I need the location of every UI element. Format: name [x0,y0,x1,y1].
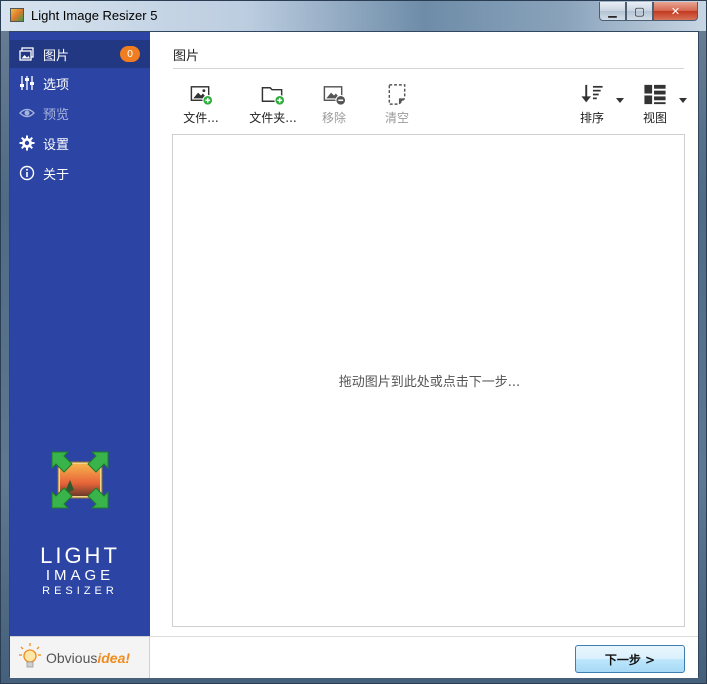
sort-icon [581,84,603,103]
image-drop-area[interactable]: 拖动图片到此处或点击下一步... [172,134,685,627]
sidebar-item-settings[interactable]: 设置 [10,129,150,157]
view-label: 视图 [642,111,667,125]
sidebar-item-label: 关于 [43,167,70,183]
remove-image-icon [323,86,347,106]
sidebar-item-label: 图片 [43,48,70,64]
sidebar-item-options[interactable]: 选项 [10,69,150,97]
logo-text-light: LIGHT [40,543,120,568]
add-files-button[interactable]: 文件... [176,82,226,126]
lightbulb-icon [18,642,42,674]
window-frame: Light Image Resizer 5 ▁ ▢ ✕ 图片 0 选项 预览 设… [0,0,707,684]
images-icon [18,45,36,63]
brand-name: Obviousidea! [46,650,130,666]
sort-button[interactable]: 排序 [567,82,617,126]
minimize-icon: ▁ [608,4,617,18]
logo-text-resizer: RESIZER [42,585,118,597]
app-icon [10,8,24,22]
window-title: Light Image Resizer 5 [31,8,158,23]
drop-hint-text: 拖动图片到此处或点击下一步... [338,375,521,390]
close-icon: ✕ [670,4,681,18]
app-logo-icon [50,450,110,510]
next-step-button[interactable]: 下一步 > [575,645,685,673]
add-folder-button[interactable]: 文件夹... [245,82,301,126]
maximize-icon: ▢ [634,4,645,18]
sliders-icon [18,74,36,92]
main-pane: 图片 文件... 文件夹... 移除 清空 排序 视图 拖动图片到此处或点击下一… [150,32,698,636]
bottom-bar: 下一步 > [150,636,698,678]
page-title: 图片 [173,49,200,64]
maximize-button[interactable]: ▢ [626,2,653,21]
info-icon [18,164,36,182]
image-count-badge: 0 [120,46,140,62]
sidebar-item-about[interactable]: 关于 [10,159,150,187]
client-area: 图片 0 选项 预览 设置 关于 LIGHT IMAGE RESIZER Obv… [9,31,699,678]
clear-icon [388,84,406,105]
gear-icon [18,134,36,152]
sidebar-item-preview[interactable]: 预览 [10,99,150,127]
clear-label: 清空 [384,111,409,125]
view-grid-icon [644,84,666,105]
clear-button[interactable]: 清空 [372,82,422,126]
close-button[interactable]: ✕ [653,2,698,21]
logo-text-image: IMAGE [45,567,115,584]
remove-label: 移除 [321,111,346,125]
view-dropdown-caret-icon[interactable] [679,98,687,103]
brand-footer[interactable]: Obviousidea! [10,636,150,678]
minimize-button[interactable]: ▁ [599,2,626,21]
add-files-label: 文件... [183,111,219,125]
sidebar-item-label: 设置 [43,137,70,153]
add-image-icon [190,86,214,106]
brand-accent: idea! [97,649,131,666]
add-folder-label: 文件夹... [249,111,297,125]
sidebar: 图片 0 选项 预览 设置 关于 LIGHT IMAGE RESIZER [10,32,150,636]
title-bar[interactable]: Light Image Resizer 5 ▁ ▢ ✕ [1,1,706,31]
sidebar-item-label: 预览 [43,107,70,123]
sort-label: 排序 [579,111,604,125]
brand-plain: Obvious [46,649,98,666]
title-divider [173,68,684,69]
sort-dropdown-caret-icon[interactable] [616,98,624,103]
view-button[interactable]: 视图 [630,82,680,126]
sidebar-item-label: 选项 [43,77,70,93]
window-controls: ▁ ▢ ✕ [599,2,698,21]
eye-icon [18,104,36,122]
add-folder-icon [261,87,286,106]
sidebar-item-images[interactable]: 图片 0 [10,40,150,68]
remove-button[interactable]: 移除 [309,82,359,126]
